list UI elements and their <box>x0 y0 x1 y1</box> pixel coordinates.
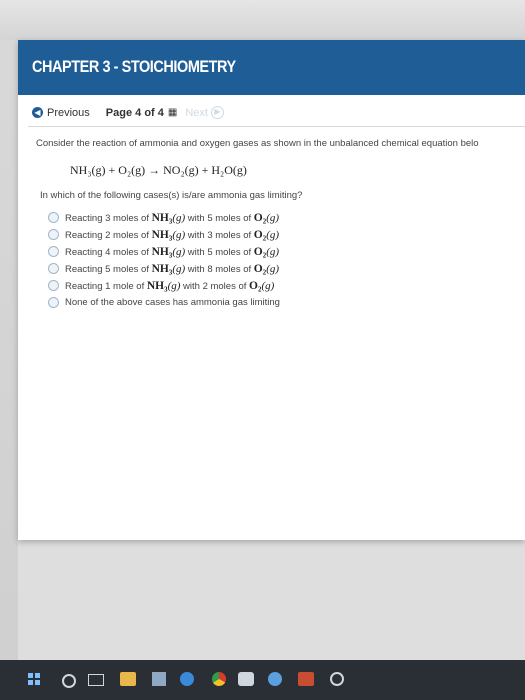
question-intro: Consider the reaction of ammonia and oxy… <box>36 138 479 149</box>
app-icon[interactable] <box>268 672 282 686</box>
radio-button[interactable] <box>48 246 59 257</box>
windows-start-icon[interactable] <box>28 673 40 685</box>
answer-option[interactable]: Reacting 4 moles of NH₃(g) with 5 moles … <box>48 243 525 260</box>
radio-button[interactable] <box>48 280 59 291</box>
option-text: Reacting 4 moles of NH₃(g) with 5 moles … <box>65 245 280 258</box>
answer-option-none[interactable]: None of the above cases has ammonia gas … <box>48 294 525 311</box>
answer-option[interactable]: Reacting 3 moles of NH₃(g) with 5 moles … <box>48 209 525 226</box>
next-arrow-icon[interactable]: ▶ <box>210 106 224 119</box>
screen: CHAPTER 3 - STOICHIOMETRY ◀ Previous Pag… <box>18 40 525 660</box>
option-text: None of the above cases has ammonia gas … <box>65 297 280 308</box>
next-button[interactable]: Next <box>185 107 208 119</box>
question-content: Consider the reaction of ammonia and oxy… <box>36 138 525 311</box>
chapter-header: CHAPTER 3 - STOICHIOMETRY <box>18 40 525 95</box>
answer-option[interactable]: Reacting 5 moles of NH₃(g) with 8 moles … <box>48 260 525 277</box>
option-text: Reacting 3 moles of NH₃(g) with 5 moles … <box>65 211 280 224</box>
taskbar <box>0 660 525 700</box>
app-icon[interactable] <box>298 672 314 686</box>
store-icon[interactable] <box>152 672 166 686</box>
radio-button[interactable] <box>48 229 59 240</box>
answer-option[interactable]: Reacting 1 mole of NH₃(g) with 2 moles o… <box>48 277 525 294</box>
chemical-equation: NH₃(g) + O₂(g) → NO₂(g) + H₂O(g) <box>70 163 247 177</box>
app-icon[interactable] <box>330 672 344 686</box>
edge-icon[interactable] <box>180 672 194 686</box>
chapter-title: CHAPTER 3 - STOICHIOMETRY <box>32 57 236 76</box>
option-text: Reacting 5 moles of NH₃(g) with 8 moles … <box>65 262 280 275</box>
search-icon[interactable] <box>62 674 76 688</box>
previous-arrow-icon[interactable]: ◀ <box>32 107 43 118</box>
page-navigation: ◀ Previous Page 4 of 4 ▦ Next ▶ <box>32 106 224 119</box>
page-indicator: Page 4 of 4 <box>105 106 164 119</box>
task-view-icon[interactable] <box>88 674 104 686</box>
radio-button[interactable] <box>48 263 59 274</box>
answer-option[interactable]: Reacting 2 moles of NH₃(g) with 3 moles … <box>48 226 525 243</box>
quiz-window: CHAPTER 3 - STOICHIOMETRY ◀ Previous Pag… <box>18 40 525 540</box>
option-text: Reacting 1 mole of NH₃(g) with 2 moles o… <box>65 279 275 292</box>
divider <box>28 126 525 127</box>
question-prompt: In which of the following cases(s) is/ar… <box>40 190 303 201</box>
answer-options: Reacting 3 moles of NH₃(g) with 5 moles … <box>36 209 525 311</box>
file-explorer-icon[interactable] <box>120 672 136 686</box>
option-text: Reacting 2 moles of NH₃(g) with 3 moles … <box>65 228 280 241</box>
chrome-icon[interactable] <box>212 672 226 686</box>
monitor-bezel <box>0 0 525 40</box>
page-grid-icon[interactable]: ▦ <box>168 107 177 118</box>
app-icon[interactable] <box>238 672 254 686</box>
radio-button[interactable] <box>48 212 59 223</box>
radio-button[interactable] <box>48 297 59 308</box>
previous-button[interactable]: Previous <box>47 107 90 119</box>
